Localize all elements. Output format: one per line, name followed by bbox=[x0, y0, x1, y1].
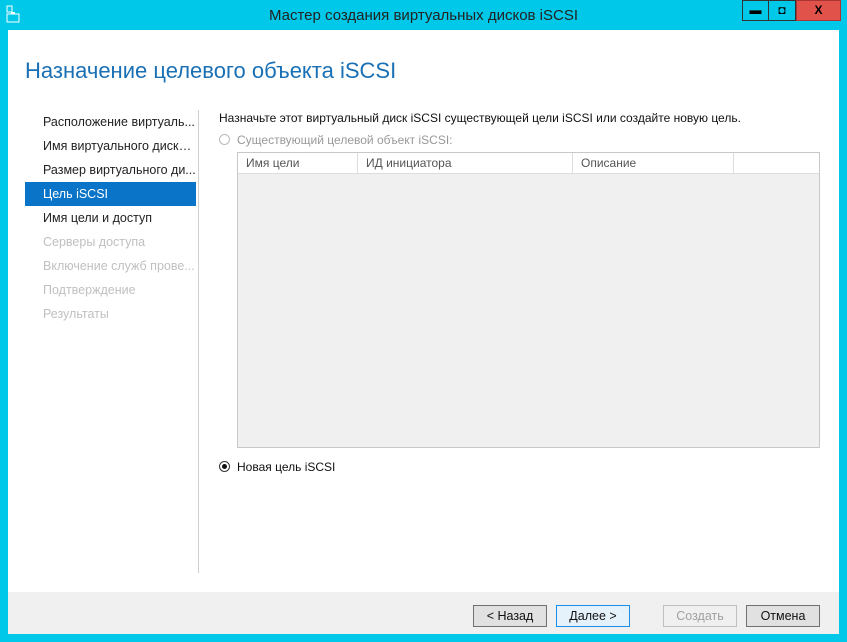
existing-target-radio[interactable] bbox=[219, 134, 230, 145]
wizard-step[interactable]: Цель iSCSI bbox=[25, 182, 196, 206]
intro-text: Назначьте этот виртуальный диск iSCSI су… bbox=[219, 111, 741, 125]
wizard-step[interactable]: Расположение виртуаль... bbox=[25, 110, 196, 134]
targets-table[interactable]: Имя цели ИД инициатора Описание bbox=[237, 152, 820, 448]
wizard-step: Результаты bbox=[43, 307, 109, 321]
new-target-label: Новая цель iSCSI bbox=[237, 460, 336, 474]
next-button[interactable]: Далее > bbox=[556, 605, 630, 627]
wizard-step[interactable]: Размер виртуального ди... bbox=[25, 158, 196, 182]
wizard-step[interactable]: Имя виртуального диска... bbox=[25, 134, 196, 158]
wizard-step: Серверы доступа bbox=[43, 235, 146, 249]
column-header-initiator-id[interactable]: ИД инициатора bbox=[358, 153, 573, 173]
new-target-radio[interactable] bbox=[219, 461, 230, 472]
create-button[interactable]: Создать bbox=[663, 605, 737, 627]
cancel-button[interactable]: Отмена bbox=[746, 605, 820, 627]
back-button[interactable]: < Назад bbox=[473, 605, 547, 627]
column-header-target-name[interactable]: Имя цели bbox=[238, 153, 358, 173]
wizard-step: Включение служб прове... bbox=[43, 259, 195, 273]
maximize-button[interactable]: ◘ bbox=[768, 0, 796, 21]
wizard-step[interactable]: Имя цели и доступ bbox=[25, 206, 196, 230]
minimize-button[interactable]: ▬ bbox=[742, 0, 769, 21]
title-bar[interactable]: Мастер создания виртуальных дисков iSCSI… bbox=[0, 0, 847, 30]
close-button[interactable]: X bbox=[796, 0, 841, 21]
column-header-extra[interactable] bbox=[734, 153, 819, 173]
existing-target-label: Существующий целевой объект iSCSI: bbox=[237, 133, 453, 147]
window-title: Мастер создания виртуальных дисков iSCSI bbox=[268, 7, 579, 24]
column-header-description[interactable]: Описание bbox=[573, 153, 734, 173]
page-title: Назначение целевого объекта iSCSI bbox=[25, 58, 397, 83]
wizard-step: Подтверждение bbox=[43, 283, 136, 297]
table-header: Имя цели ИД инициатора Описание bbox=[238, 153, 819, 174]
divider bbox=[198, 110, 199, 573]
